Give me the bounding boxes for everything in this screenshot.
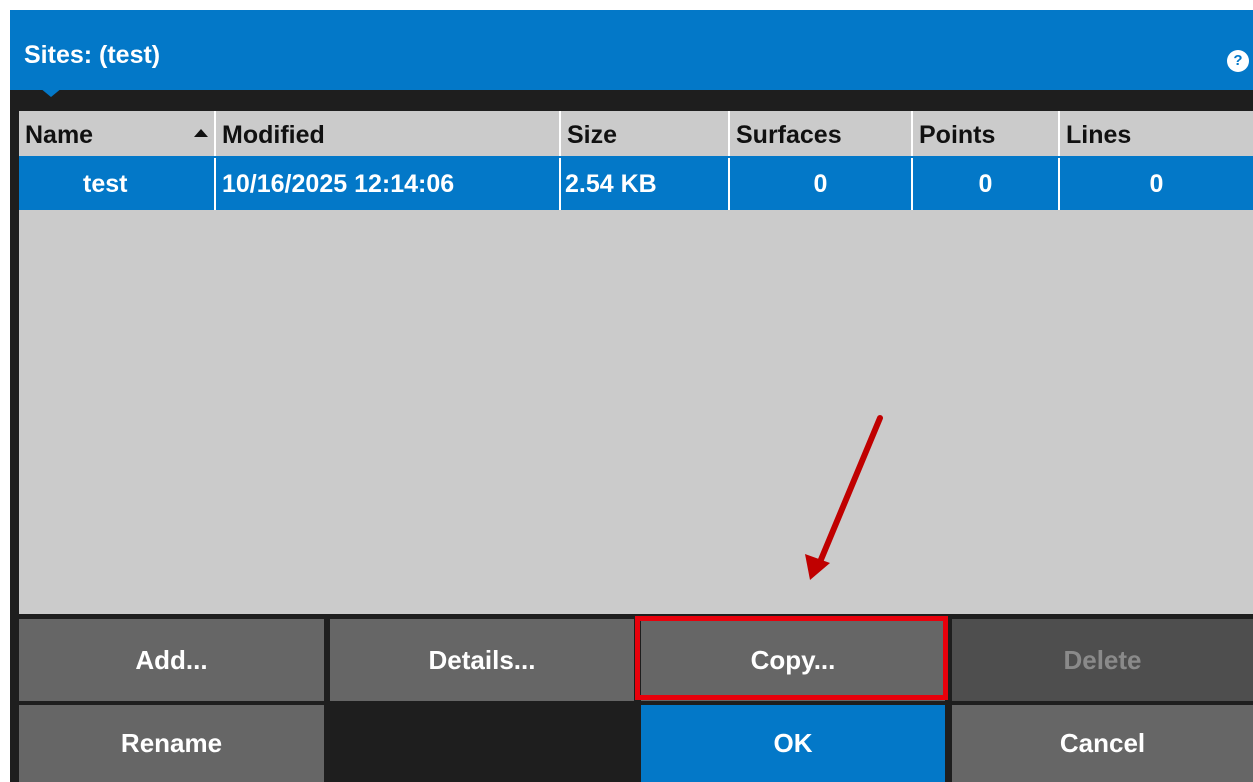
empty-button-slot bbox=[330, 705, 634, 782]
column-header-label: Surfaces bbox=[736, 121, 842, 149]
rename-button[interactable]: Rename bbox=[19, 705, 324, 782]
column-header-label: Name bbox=[25, 121, 94, 149]
table-row[interactable]: test 10/16/2025 12:14:06 2.54 KB 0 0 0 bbox=[19, 158, 1253, 210]
sort-ascending-icon bbox=[194, 129, 208, 137]
cell-size: 2.54 KB bbox=[561, 158, 730, 210]
column-header-label: Size bbox=[567, 121, 618, 149]
dialog-titlebar: Sites: (test) ? bbox=[10, 10, 1253, 90]
dialog-title: Sites: (test) bbox=[24, 41, 161, 69]
help-icon[interactable]: ? bbox=[1227, 50, 1249, 72]
column-header-surfaces[interactable]: Surfaces bbox=[730, 111, 913, 156]
copy-highlight-box bbox=[635, 616, 948, 700]
cell-lines: 0 bbox=[1149, 170, 1164, 198]
column-header-lines[interactable]: Lines bbox=[1060, 111, 1253, 156]
cancel-button[interactable]: Cancel bbox=[952, 705, 1253, 782]
delete-button: Delete bbox=[952, 619, 1253, 701]
title-pointer-icon bbox=[40, 88, 62, 97]
column-header-modified[interactable]: Modified bbox=[216, 111, 561, 156]
column-header-points[interactable]: Points bbox=[913, 111, 1060, 156]
details-button[interactable]: Details... bbox=[330, 619, 634, 701]
column-header-size[interactable]: Size bbox=[561, 111, 730, 156]
column-header-label: Modified bbox=[222, 121, 325, 149]
ok-button[interactable]: OK bbox=[641, 705, 945, 782]
cell-surfaces: 0 bbox=[730, 158, 913, 210]
cell-modified: 10/16/2025 12:14:06 bbox=[216, 158, 561, 210]
column-header-name[interactable]: Name bbox=[19, 111, 216, 156]
add-button[interactable]: Add... bbox=[19, 619, 324, 701]
column-header-label: Lines bbox=[1066, 121, 1132, 149]
column-header-label: Points bbox=[919, 121, 996, 149]
cell-name: test bbox=[19, 158, 216, 210]
table-header: Name Modified Size Surfaces Points Lines bbox=[19, 111, 1253, 158]
cell-points: 0 bbox=[913, 158, 1060, 210]
